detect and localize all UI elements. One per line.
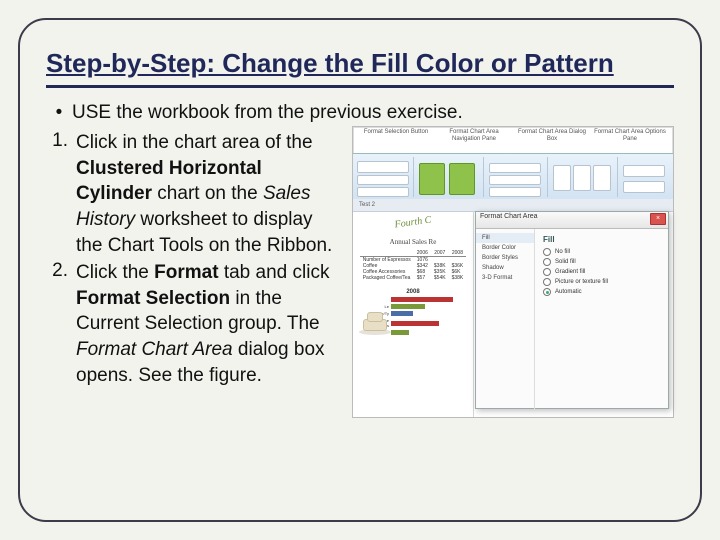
callout: Format Chart Area Options Pane bbox=[591, 129, 669, 142]
callout: Format Chart Area Navigation Pane bbox=[435, 129, 513, 142]
nav-item-3d-format[interactable]: 3-D Format bbox=[476, 273, 534, 283]
figure-callouts: Format Selection Button Format Chart Are… bbox=[353, 127, 673, 153]
shape-outline-button[interactable] bbox=[489, 175, 541, 185]
nav-item-border-styles[interactable]: Border Styles bbox=[476, 253, 534, 263]
reset-style-button[interactable] bbox=[357, 187, 409, 197]
radio-gradient-fill[interactable]: Gradient fill bbox=[543, 268, 660, 276]
wordart-style-1[interactable] bbox=[553, 165, 571, 191]
nav-item-shadow[interactable]: Shadow bbox=[476, 263, 534, 273]
sheet-script-title: Fourth C bbox=[353, 209, 473, 237]
step-number: 1. bbox=[46, 130, 76, 152]
ribbon-group-selection bbox=[353, 157, 414, 197]
intro-bullet: •USE the workbook from the previous exer… bbox=[46, 102, 674, 124]
wordart-style-3[interactable] bbox=[593, 165, 611, 191]
selection-dropdown[interactable] bbox=[357, 161, 409, 173]
dialog-title-text: Format Chart Area bbox=[480, 213, 538, 220]
dialog-titlebar: Format Chart Area × bbox=[476, 212, 668, 229]
worksheet-left: Fourth C Annual Sales Re 200620072008 Nu… bbox=[353, 211, 474, 417]
ribbon-group-shapefill bbox=[483, 157, 548, 197]
title-underline bbox=[46, 85, 674, 88]
content-area: •USE the workbook from the previous exer… bbox=[46, 102, 674, 388]
radio-picture-fill[interactable]: Picture or texture fill bbox=[543, 278, 660, 286]
nav-item-border-color[interactable]: Border Color bbox=[476, 243, 534, 253]
callout: Format Chart Area Dialog Box bbox=[513, 129, 591, 142]
close-icon[interactable]: × bbox=[650, 213, 666, 225]
table-row: Packaged Coffee/Tea$57$54K$38K bbox=[360, 275, 467, 281]
dialog-options-pane: Fill No fill Solid fill Gradient fill Pi… bbox=[535, 229, 668, 411]
width-input[interactable] bbox=[623, 181, 665, 193]
excel-ribbon bbox=[353, 153, 673, 201]
bullet-marker: • bbox=[46, 102, 72, 124]
wordart-style-2[interactable] bbox=[573, 165, 591, 191]
step-number: 2. bbox=[46, 260, 76, 282]
format-selection-button[interactable] bbox=[357, 175, 409, 185]
radio-no-fill[interactable]: No fill bbox=[543, 248, 660, 256]
chart-bar-row bbox=[359, 297, 467, 302]
format-chart-area-dialog: Format Chart Area × Fill Border Color Bo… bbox=[475, 211, 669, 409]
screenshot-figure: Format Selection Button Format Chart Are… bbox=[352, 126, 674, 418]
slide-title: Step-by-Step: Change the Fill Color or P… bbox=[46, 48, 674, 79]
callout: Format Selection Button bbox=[357, 129, 435, 136]
dialog-body: Fill Border Color Border Styles Shadow 3… bbox=[476, 229, 668, 411]
nav-item-fill[interactable]: Fill bbox=[476, 233, 534, 243]
shape-style-1[interactable] bbox=[419, 163, 445, 195]
ribbon-group-size bbox=[617, 157, 672, 197]
dialog-nav-pane: Fill Border Color Border Styles Shadow 3… bbox=[476, 229, 535, 411]
height-input[interactable] bbox=[623, 165, 665, 177]
radio-solid-fill[interactable]: Solid fill bbox=[543, 258, 660, 266]
intro-text: USE the workbook from the previous exerc… bbox=[72, 102, 463, 123]
step-text: Click in the chart area of the Clustered… bbox=[76, 130, 334, 258]
data-table: 200620072008 Number of Espressos1076 Cof… bbox=[360, 250, 467, 281]
ribbon-group-wordart bbox=[547, 157, 618, 197]
cake-image bbox=[359, 307, 391, 335]
shape-fill-button[interactable] bbox=[489, 163, 541, 173]
chart-title: 2008 bbox=[359, 289, 467, 295]
shape-style-2[interactable] bbox=[449, 163, 475, 195]
radio-automatic[interactable]: Automatic bbox=[543, 288, 660, 296]
ribbon-group-styles bbox=[413, 157, 484, 197]
step-text: Click the Format tab and click Format Se… bbox=[76, 260, 334, 388]
shape-effects-button[interactable] bbox=[489, 187, 541, 197]
dialog-heading: Fill bbox=[543, 235, 660, 244]
sheet-subtitle: Annual Sales Re bbox=[353, 238, 473, 246]
slide-frame: Step-by-Step: Change the Fill Color or P… bbox=[18, 18, 702, 522]
worksheet-area: Test 2 Fourth C Annual Sales Re 20062007… bbox=[353, 199, 673, 417]
